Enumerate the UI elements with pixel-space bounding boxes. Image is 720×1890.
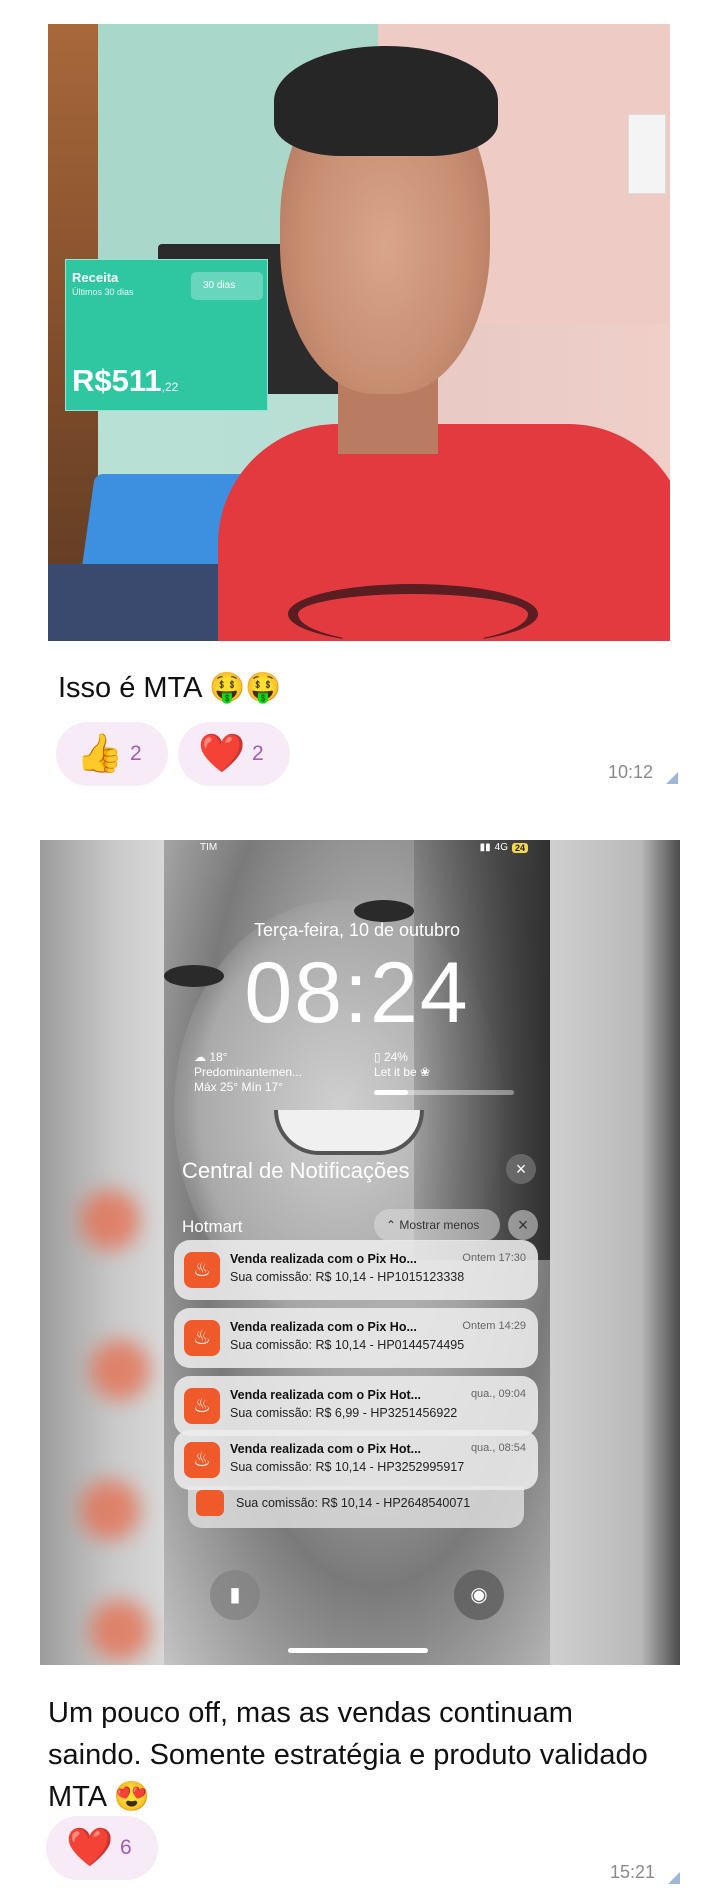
hotmart-icon: ♨ <box>184 1252 220 1288</box>
notification-time: qua., 08:54 <box>470 1442 526 1454</box>
message-photo[interactable]: Receita Últimos 30 dias 30 dias R$511,22 <box>48 24 670 641</box>
revenue-amount-value: R$511 <box>72 363 162 398</box>
period-button: 30 dias <box>191 272 263 300</box>
notification-body: Sua comissão: R$ 10,14 - HP1015123338 <box>230 1270 465 1284</box>
notification-title: Venda realizada com o Pix Ho... <box>230 1320 417 1334</box>
notification-body: Sua comissão: R$ 10,14 - HP3252995917 <box>230 1460 465 1474</box>
weather-temp: ☁ 18° <box>194 1050 228 1064</box>
revenue-subtitle: Últimos 30 dias <box>72 287 134 297</box>
lockscreen-date: Terça-feira, 10 de outubro <box>253 920 461 940</box>
heart-icon: ❤️ <box>66 1827 114 1869</box>
battery-widget-sub: Let it be ❀ <box>374 1065 431 1079</box>
show-less-button[interactable]: ⌃ Mostrar menos <box>374 1209 500 1241</box>
battery-widget-bar <box>374 1090 514 1095</box>
battery-widget-bar-fill <box>374 1090 408 1095</box>
notification-body: Sua comissão: R$ 10,14 - HP2648540071 <box>236 1496 471 1510</box>
photo-background <box>628 114 666 194</box>
message-time: 15:21 <box>610 1862 656 1882</box>
weather-desc: Predominantemen... <box>194 1065 303 1079</box>
hotmart-icon: ♨ <box>184 1388 220 1424</box>
message-bubble[interactable]: TIM ▮▮ 4G 24 Terça-feira, 10 de outubro … <box>40 832 680 1890</box>
bubble-tail-icon <box>668 1872 680 1884</box>
lockscreen-clock: 08:24 <box>244 945 470 1041</box>
hotmart-icon: ♨ <box>184 1442 220 1478</box>
signal-icon: ▮▮ <box>479 842 491 853</box>
heart-icon: ❤️ <box>198 733 246 775</box>
notification-time: qua., 09:04 <box>470 1388 526 1400</box>
notification-body: Sua comissão: R$ 10,14 - HP0144574495 <box>230 1338 465 1352</box>
reaction-count: 6 <box>120 1836 132 1859</box>
status-bar-right: ▮▮ 4G 24 <box>480 842 528 853</box>
lockscreen: TIM ▮▮ 4G 24 Terça-feira, 10 de outubro … <box>164 840 550 1665</box>
thumbs-up-icon: 👍 <box>76 733 124 775</box>
revenue-amount-cents: ,22 <box>161 380 179 394</box>
notification-title: Venda realizada com o Pix Ho... <box>230 1252 417 1266</box>
show-less-label: Mostrar menos <box>399 1218 480 1232</box>
flashlight-icon[interactable]: ▮ <box>210 1570 260 1620</box>
hotmart-icon <box>196 1490 224 1516</box>
message-time: 10:12 <box>608 762 654 782</box>
notification-card[interactable]: ♨ Venda realizada com o Pix Hot... qua.,… <box>174 1430 538 1490</box>
photo-blur-spot <box>80 1190 140 1250</box>
camera-icon[interactable]: ◉ <box>454 1570 504 1620</box>
network-type: 4G <box>494 842 508 853</box>
battery-icon: 24 <box>511 842 528 853</box>
hotmart-icon: ♨ <box>184 1320 220 1356</box>
message-caption: Um pouco off, mas as vendas continuam sa… <box>48 1697 648 1813</box>
photo-blur-right <box>550 840 680 1665</box>
notification-card[interactable]: ♨ Venda realizada com o Pix Hot... qua.,… <box>174 1376 538 1436</box>
message-bubble[interactable]: Receita Últimos 30 dias 30 dias R$511,22… <box>48 24 678 786</box>
wallpaper-smile <box>274 1110 424 1155</box>
notification-group-app: Hotmart <box>182 1217 243 1236</box>
reaction-count: 2 <box>130 742 142 765</box>
reaction-like[interactable]: 👍 2 <box>56 722 168 786</box>
home-indicator[interactable] <box>288 1648 428 1653</box>
battery-widget: ▯ 24% Let it be ❀ <box>374 1050 430 1080</box>
bubble-tail-icon <box>666 772 678 784</box>
wallpaper-eye <box>354 900 414 922</box>
wallpaper-hair <box>414 840 550 1260</box>
battery-widget-level: ▯ 24% <box>374 1050 408 1064</box>
status-carrier: TIM <box>200 842 218 853</box>
revenue-card: Receita Últimos 30 dias 30 dias R$511,22 <box>65 259 268 411</box>
revenue-title: Receita <box>72 270 119 285</box>
message-caption: Isso é MTA 🤑🤑 <box>58 672 282 704</box>
photo-blur-left <box>40 840 164 1665</box>
notification-card-stacked[interactable]: Sua comissão: R$ 10,14 - HP2648540071 <box>188 1486 524 1528</box>
notification-time: Ontem 14:29 <box>462 1320 526 1332</box>
person-shirt-print <box>288 584 538 641</box>
revenue-amount: R$511,22 <box>72 363 178 399</box>
photo-blur-spot <box>90 1340 150 1400</box>
photo-blur-spot <box>90 1600 150 1660</box>
notification-body: Sua comissão: R$ 6,99 - HP3251456922 <box>230 1406 458 1420</box>
chevron-up-icon: ⌃ <box>386 1218 397 1232</box>
notification-title: Venda realizada com o Pix Hot... <box>230 1442 422 1456</box>
message-photo[interactable]: TIM ▮▮ 4G 24 Terça-feira, 10 de outubro … <box>40 840 680 1665</box>
notification-title: Venda realizada com o Pix Hot... <box>230 1388 422 1402</box>
close-icon[interactable]: × <box>506 1154 536 1184</box>
notification-card[interactable]: ♨ Venda realizada com o Pix Ho... Ontem … <box>174 1240 538 1300</box>
notification-center-title: Central de Notificações <box>182 1158 410 1183</box>
notification-time: Ontem 17:30 <box>462 1252 526 1264</box>
person-hair <box>274 46 498 156</box>
weather-widget: ☁ 18° Predominantemen... Máx 25° Mín 17° <box>194 1050 302 1095</box>
reaction-count: 2 <box>252 742 264 765</box>
reaction-heart[interactable]: ❤️ 6 <box>46 1816 158 1880</box>
close-icon[interactable]: × <box>508 1210 538 1240</box>
photo-blur-spot <box>80 1480 140 1540</box>
weather-range: Máx 25° Mín 17° <box>194 1080 283 1094</box>
reaction-heart[interactable]: ❤️ 2 <box>178 722 290 786</box>
notification-card[interactable]: ♨ Venda realizada com o Pix Ho... Ontem … <box>174 1308 538 1368</box>
